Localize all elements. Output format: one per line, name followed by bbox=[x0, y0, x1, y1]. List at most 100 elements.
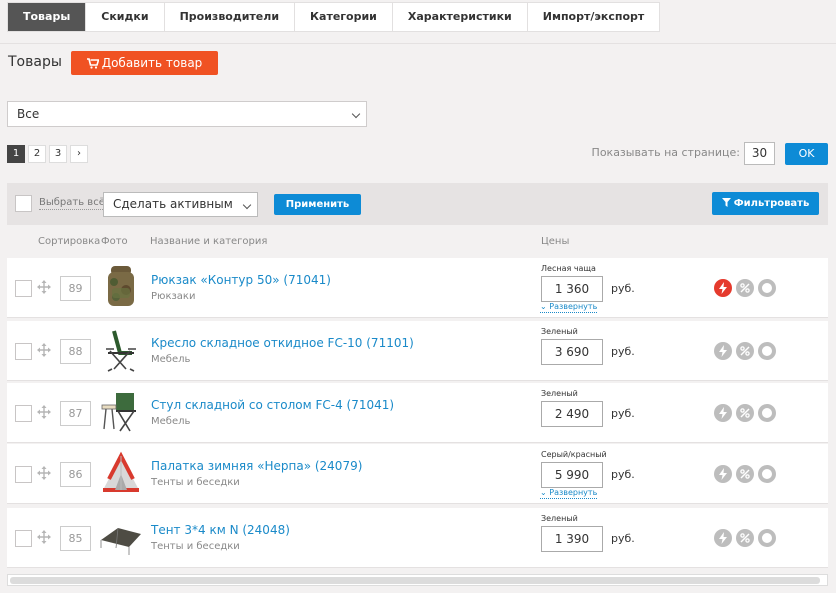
row-checkbox[interactable] bbox=[15, 343, 32, 360]
featured-bolt-icon[interactable] bbox=[714, 279, 732, 297]
product-row: 85 Тент 3*4 км N (24048) Тенты и беседки… bbox=[7, 508, 828, 568]
active-toggle-icon[interactable] bbox=[758, 279, 776, 297]
select-all-link[interactable]: Выбрать всё bbox=[39, 197, 105, 210]
page-title: Товары bbox=[8, 54, 62, 70]
price-input[interactable]: 5 990 bbox=[541, 462, 603, 488]
variant-name: Лесная чаща bbox=[541, 264, 596, 273]
tabs-divider bbox=[0, 43, 836, 44]
apply-button[interactable]: Применить bbox=[274, 194, 361, 215]
row-checkbox[interactable] bbox=[15, 530, 32, 547]
currency-label: руб. bbox=[611, 532, 635, 545]
featured-bolt-icon[interactable] bbox=[714, 342, 732, 360]
active-toggle-icon[interactable] bbox=[758, 404, 776, 422]
discount-percent-icon[interactable] bbox=[736, 342, 754, 360]
drag-handle-icon[interactable] bbox=[37, 530, 51, 544]
page-1[interactable]: 1 bbox=[7, 145, 25, 163]
sort-position-input[interactable]: 86 bbox=[60, 462, 91, 487]
per-page-ok-button[interactable]: OK bbox=[785, 143, 828, 165]
sort-position-input[interactable]: 85 bbox=[60, 526, 91, 551]
awning-image bbox=[100, 527, 141, 555]
active-toggle-icon[interactable] bbox=[758, 465, 776, 483]
variant-name: Зеленый bbox=[541, 327, 578, 336]
active-toggle-icon[interactable] bbox=[758, 342, 776, 360]
add-product-button[interactable]: Добавить товар bbox=[71, 51, 218, 75]
product-name-link[interactable]: Палатка зимняя «Нерпа» (24079) bbox=[151, 459, 362, 473]
drag-handle-icon[interactable] bbox=[37, 343, 51, 357]
product-name-link[interactable]: Рюкзак «Контур 50» (71041) bbox=[151, 273, 331, 287]
drag-handle-icon[interactable] bbox=[37, 405, 51, 419]
price-input[interactable]: 2 490 bbox=[541, 401, 603, 427]
tab-import-export[interactable]: Импорт/экспорт bbox=[528, 3, 660, 31]
column-photo: Фото bbox=[101, 236, 128, 247]
tab-manufacturers[interactable]: Производители bbox=[165, 3, 296, 31]
active-toggle-icon[interactable] bbox=[758, 529, 776, 547]
product-row: 86 Палатка зимняя «Нерпа» (24079) Тенты … bbox=[7, 444, 828, 504]
backpack-image bbox=[108, 266, 134, 306]
product-row: 87 Стул складной со столом FC-4 (71041) … bbox=[7, 383, 828, 443]
product-category: Мебель bbox=[151, 354, 191, 365]
cart-icon bbox=[86, 58, 100, 69]
sort-position-input[interactable]: 89 bbox=[60, 276, 91, 301]
currency-label: руб. bbox=[611, 282, 635, 295]
row-checkbox[interactable] bbox=[15, 405, 32, 422]
product-category: Тенты и беседки bbox=[151, 541, 240, 552]
product-name-link[interactable]: Тент 3*4 км N (24048) bbox=[151, 523, 290, 537]
sort-position-input[interactable]: 88 bbox=[60, 339, 91, 364]
featured-bolt-icon[interactable] bbox=[714, 404, 732, 422]
column-sort: Сортировка bbox=[38, 236, 101, 247]
category-select[interactable]: Все bbox=[7, 101, 367, 127]
discount-percent-icon[interactable] bbox=[736, 279, 754, 297]
row-checkbox[interactable] bbox=[15, 466, 32, 483]
product-row: 89 Рюкзак «Контур 50» (71041) Рюкзаки Ле… bbox=[7, 258, 828, 318]
currency-label: руб. bbox=[611, 407, 635, 420]
currency-label: руб. bbox=[611, 345, 635, 358]
expand-variants-link[interactable]: ⌄ Развернуть bbox=[540, 488, 598, 499]
price-input[interactable]: 1 360 bbox=[541, 276, 603, 302]
scrollbar-thumb[interactable] bbox=[10, 577, 820, 584]
per-page-input[interactable]: 30 bbox=[744, 142, 775, 165]
featured-bolt-icon[interactable] bbox=[714, 529, 732, 547]
page-3[interactable]: 3 bbox=[49, 145, 67, 163]
tab-features[interactable]: Характеристики bbox=[393, 3, 528, 31]
discount-percent-icon[interactable] bbox=[736, 404, 754, 422]
expand-variants-link[interactable]: ⌄ Развернуть bbox=[540, 302, 598, 313]
discount-percent-icon[interactable] bbox=[736, 529, 754, 547]
product-name-link[interactable]: Стул складной со столом FC-4 (71041) bbox=[151, 398, 394, 412]
featured-bolt-icon[interactable] bbox=[714, 465, 732, 483]
price-input[interactable]: 3 690 bbox=[541, 339, 603, 365]
page-2[interactable]: 2 bbox=[28, 145, 46, 163]
variant-name: Зеленый bbox=[541, 389, 578, 398]
chevron-down-icon bbox=[351, 109, 361, 119]
drag-handle-icon[interactable] bbox=[37, 280, 51, 294]
product-category: Мебель bbox=[151, 416, 191, 427]
tab-products[interactable]: Товары bbox=[8, 3, 87, 31]
filter-label: Фильтровать bbox=[733, 198, 810, 209]
product-name-link[interactable]: Кресло складное откидное FC-10 (71101) bbox=[151, 336, 414, 350]
next-page-button[interactable]: › bbox=[70, 145, 88, 163]
filter-button[interactable]: Фильтровать bbox=[712, 192, 819, 215]
bulk-action-select[interactable]: Сделать активным bbox=[103, 192, 258, 217]
per-page-label: Показывать на странице: bbox=[591, 146, 740, 159]
row-checkbox[interactable] bbox=[15, 280, 32, 297]
chair-with-table-image bbox=[101, 393, 136, 432]
discount-percent-icon[interactable] bbox=[736, 465, 754, 483]
bulk-action-value: Сделать активным bbox=[113, 197, 233, 211]
sort-position-input[interactable]: 87 bbox=[60, 401, 91, 426]
product-row: 88 Кресло складное откидное FC-10 (71101… bbox=[7, 321, 828, 381]
variant-name: Зеленый bbox=[541, 514, 578, 523]
column-prices: Цены bbox=[541, 236, 570, 247]
horizontal-scrollbar[interactable] bbox=[7, 574, 828, 586]
bulk-toolbar: Выбрать всё Сделать активным Применить Ф… bbox=[7, 183, 828, 225]
currency-label: руб. bbox=[611, 468, 635, 481]
add-product-label: Добавить товар bbox=[101, 56, 203, 70]
top-tabs: Товары Скидки Производители Категории Ха… bbox=[7, 2, 661, 32]
drag-handle-icon[interactable] bbox=[37, 466, 51, 480]
filter-icon bbox=[721, 198, 731, 207]
tab-categories[interactable]: Категории bbox=[295, 3, 393, 31]
product-category: Тенты и беседки bbox=[151, 477, 240, 488]
tab-discounts[interactable]: Скидки bbox=[86, 3, 165, 31]
select-all-checkbox[interactable] bbox=[15, 195, 32, 212]
product-category: Рюкзаки bbox=[151, 291, 196, 302]
price-input[interactable]: 1 390 bbox=[541, 526, 603, 552]
category-select-value: Все bbox=[17, 107, 40, 121]
